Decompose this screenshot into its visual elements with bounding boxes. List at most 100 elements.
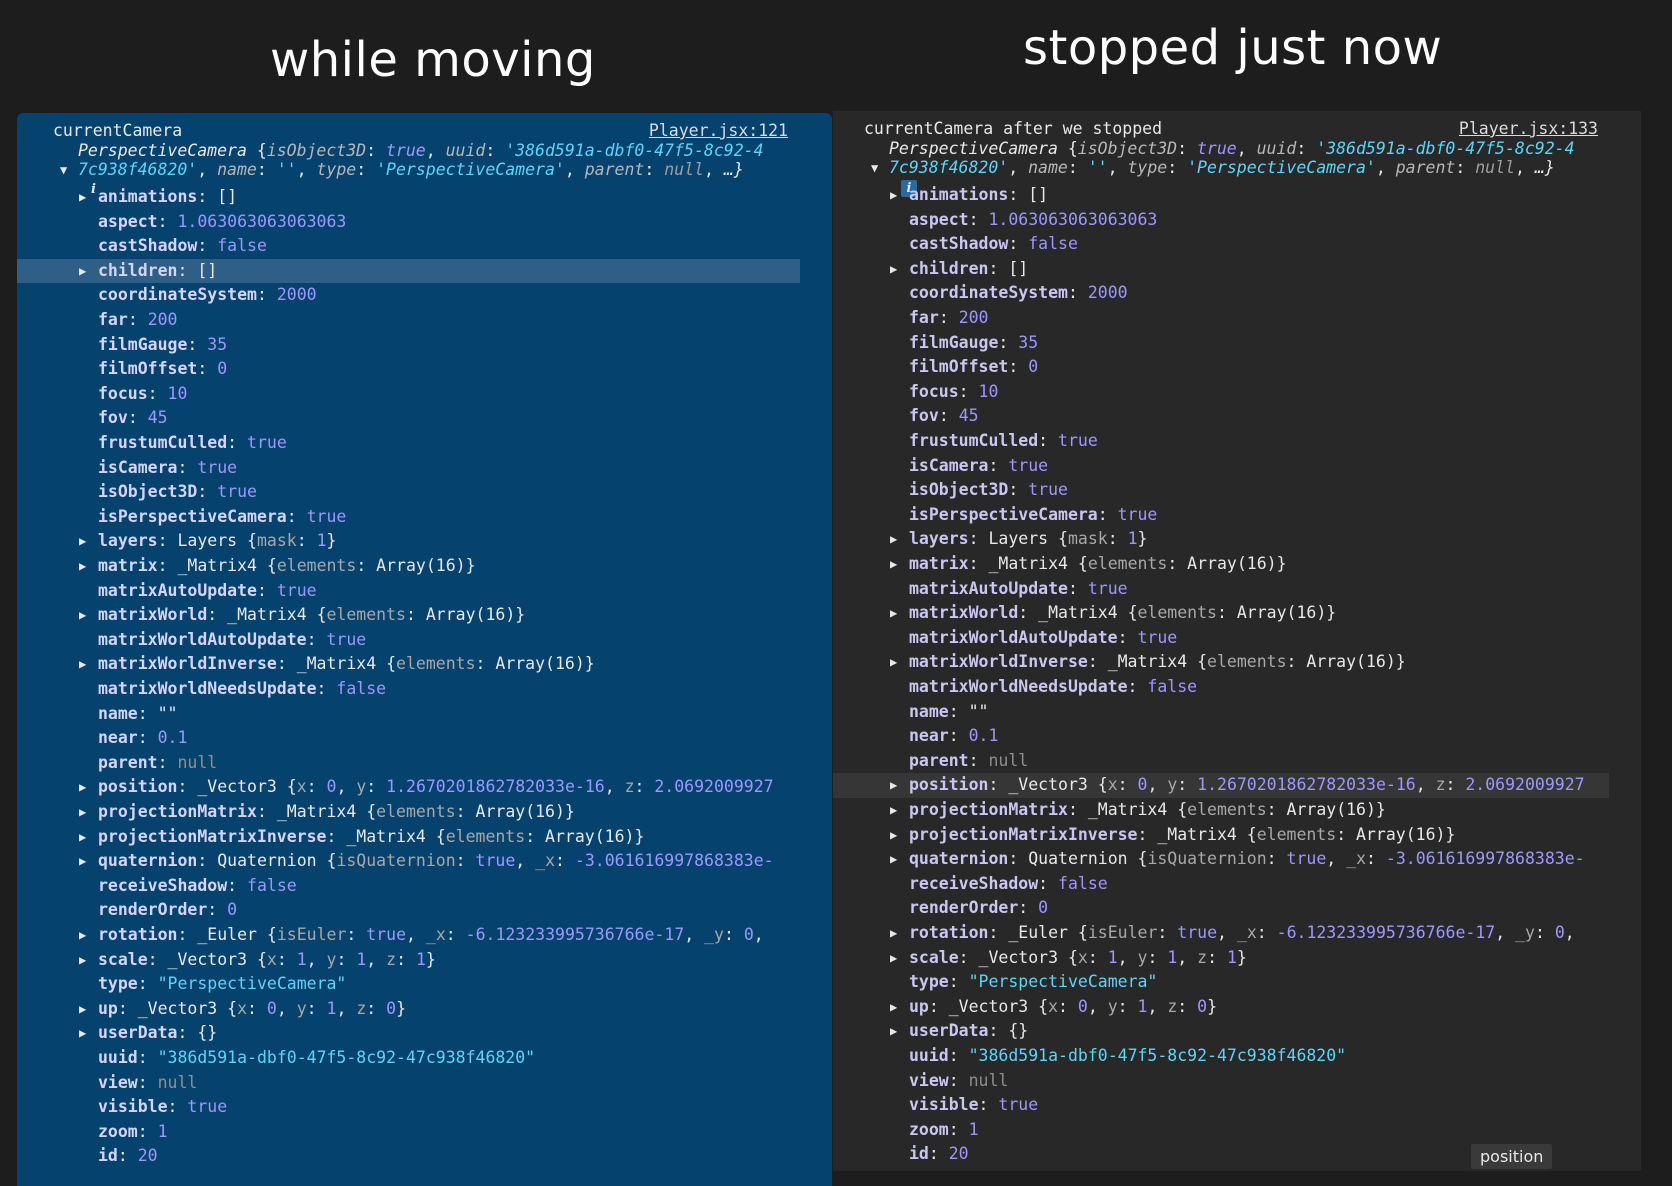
- property-row-quaternion[interactable]: ▶ quaternion: Quaternion {isQuaternion: t…: [833, 847, 1641, 872]
- punctuation: :: [157, 556, 178, 575]
- property-row-scale[interactable]: ▶ scale: _Vector3 {x: 1, y: 1, z: 1}: [833, 946, 1641, 971]
- property-value: 1.2670201862782033e-16: [1197, 775, 1416, 795]
- property-value: isEuler: [1087, 923, 1158, 942]
- property-value: null: [177, 752, 218, 772]
- property-row-userData[interactable]: ▶ userData: {}: [833, 1019, 1641, 1044]
- chevron-right-icon[interactable]: ▶: [79, 259, 86, 284]
- punctuation: :: [1087, 652, 1108, 672]
- property-row-children[interactable]: ▶ children: []: [833, 257, 1641, 282]
- punctuation: ,: [296, 160, 317, 179]
- property-value: ,: [1495, 923, 1516, 942]
- punctuation: :: [928, 1144, 949, 1164]
- property-row-quaternion[interactable]: ▶ quaternion: Quaternion {isQuaternion: t…: [17, 849, 832, 874]
- chevron-right-icon[interactable]: ▶: [79, 1021, 86, 1046]
- property-key: view: [98, 1072, 138, 1092]
- chevron-down-icon[interactable]: ▼: [60, 158, 67, 183]
- punctuation: :: [137, 974, 158, 994]
- chevron-right-icon[interactable]: ▶: [890, 552, 897, 577]
- chevron-right-icon[interactable]: ▶: [890, 773, 897, 798]
- property-row-rotation[interactable]: ▶ rotation: _Euler {isEuler: true, _x: -6…: [833, 921, 1641, 946]
- property-row-rotation[interactable]: ▶ rotation: _Euler {isEuler: true, _x: -6…: [17, 923, 832, 948]
- chevron-right-icon[interactable]: ▶: [79, 529, 86, 554]
- property-value: z: [1435, 775, 1446, 795]
- property-value: 1.063063063063063: [177, 211, 347, 231]
- property-value: false: [247, 875, 297, 895]
- property-row-aspect: aspect: 1.063063063063063: [833, 208, 1641, 233]
- chevron-right-icon[interactable]: ▶: [890, 823, 897, 848]
- property-value: {}: [1008, 1021, 1029, 1041]
- property-row-matrix[interactable]: ▶ matrix: _Matrix4 {elements: Array(16)}: [833, 552, 1641, 577]
- chevron-right-icon[interactable]: ▶: [890, 995, 897, 1020]
- property-row-animations[interactable]: ▶ animations: []: [833, 183, 1641, 208]
- chevron-right-icon[interactable]: ▶: [79, 554, 86, 579]
- property-row-projectionMatrixInverse[interactable]: ▶ projectionMatrixInverse: _Matrix4 {elem…: [833, 823, 1641, 848]
- property-value: 10: [978, 381, 999, 401]
- property-value: elements: [1187, 800, 1267, 819]
- property-row-position[interactable]: ▶ position: _Vector3 {x: 0, y: 1.26702018…: [17, 775, 832, 800]
- property-row-matrixWorld[interactable]: ▶ matrixWorld: _Matrix4 {elements: Array(…: [833, 601, 1641, 626]
- chevron-right-icon[interactable]: ▶: [890, 527, 897, 552]
- property-value: _y: [1515, 923, 1535, 942]
- chevron-right-icon[interactable]: ▶: [890, 650, 897, 675]
- property-value: {: [1038, 996, 1049, 1016]
- property-value: {: [1177, 800, 1188, 819]
- chevron-right-icon[interactable]: ▶: [79, 948, 86, 973]
- property-content: projectionMatrix: _Matrix4 {elements: Ar…: [909, 798, 1386, 823]
- chevron-right-icon[interactable]: ▶: [79, 923, 86, 948]
- property-row-view: view: null: [833, 1069, 1641, 1094]
- chevron-right-icon[interactable]: ▶: [890, 1019, 897, 1044]
- property-row-matrix[interactable]: ▶ matrix: _Matrix4 {elements: Array(16)}: [17, 554, 832, 579]
- property-value: 1.2670201862782033e-16: [386, 777, 605, 797]
- property-value: ,: [366, 949, 387, 969]
- chevron-right-icon[interactable]: ▶: [890, 921, 897, 946]
- property-value: elements: [1207, 652, 1287, 672]
- property-value: z: [356, 998, 367, 1018]
- property-row-layers[interactable]: ▶ layers: Layers {mask: 1}: [17, 529, 832, 554]
- property-key: type: [98, 974, 138, 994]
- property-row-scale[interactable]: ▶ scale: _Vector3 {x: 1, y: 1, z: 1}: [17, 948, 832, 973]
- summary-uuid: '386d591a-dbf0-47f5-8c92-4: [505, 140, 764, 160]
- chevron-right-icon[interactable]: ▶: [79, 775, 86, 800]
- chevron-right-icon[interactable]: ▶: [79, 185, 86, 210]
- property-row-animations[interactable]: ▶ animations: []: [17, 185, 832, 210]
- property-value: true: [326, 629, 367, 649]
- property-value: : Array(16)}: [455, 802, 575, 821]
- property-row-position[interactable]: ▶ position: _Vector3 {x: 0, y: 1.26702018…: [833, 773, 1609, 798]
- property-row-matrixWorld[interactable]: ▶ matrixWorld: _Matrix4 {elements: Array(…: [17, 603, 832, 628]
- chevron-right-icon[interactable]: ▶: [890, 798, 897, 823]
- property-row-projectionMatrixInverse[interactable]: ▶ projectionMatrixInverse: _Matrix4 {elem…: [17, 825, 832, 850]
- property-value: :: [555, 851, 575, 871]
- property-key: coordinateSystem: [98, 285, 257, 305]
- property-row-matrixWorldInverse[interactable]: ▶ matrixWorldInverse: _Matrix4 {elements:…: [17, 652, 832, 677]
- chevron-right-icon[interactable]: ▶: [890, 946, 897, 971]
- property-row-up[interactable]: ▶ up: _Vector3 {x: 0, y: 1, z: 0}: [17, 997, 832, 1022]
- property-row-projectionMatrix[interactable]: ▶ projectionMatrix: _Matrix4 {elements: A…: [17, 800, 832, 825]
- property-row-up[interactable]: ▶ up: _Vector3 {x: 0, y: 1, z: 0}: [833, 995, 1641, 1020]
- property-row-layers[interactable]: ▶ layers: Layers {mask: 1}: [833, 527, 1641, 552]
- property-value: {: [1077, 923, 1088, 942]
- property-content: layers: Layers {mask: 1}: [98, 529, 336, 554]
- property-row-userData[interactable]: ▶ userData: {}: [17, 1021, 832, 1046]
- chevron-right-icon[interactable]: ▶: [79, 603, 86, 628]
- property-row-children[interactable]: ▶ children: []: [17, 258, 800, 284]
- chevron-right-icon[interactable]: ▶: [79, 800, 86, 825]
- property-key: animations: [98, 187, 198, 206]
- property-value: _Matrix4: [296, 654, 387, 674]
- chevron-right-icon[interactable]: ▶: [79, 652, 86, 677]
- chevron-right-icon[interactable]: ▶: [890, 847, 897, 872]
- chevron-right-icon[interactable]: ▶: [890, 257, 897, 282]
- punctuation: :: [147, 949, 168, 969]
- chevron-right-icon[interactable]: ▶: [890, 601, 897, 626]
- property-row-zoom: zoom: 1: [17, 1120, 832, 1145]
- property-key: parent: [98, 752, 158, 772]
- summary-value: null: [1475, 158, 1515, 177]
- property-content: matrixWorldInverse: _Matrix4 {elements: …: [98, 652, 595, 677]
- chevron-right-icon[interactable]: ▶: [79, 849, 86, 874]
- chevron-right-icon[interactable]: ▶: [890, 183, 897, 208]
- chevron-right-icon[interactable]: ▶: [79, 825, 86, 850]
- property-row-near: near: 0.1: [833, 724, 1641, 749]
- chevron-down-icon[interactable]: ▼: [871, 156, 878, 181]
- property-row-matrixWorldInverse[interactable]: ▶ matrixWorldInverse: _Matrix4 {elements:…: [833, 650, 1641, 675]
- chevron-right-icon[interactable]: ▶: [79, 997, 86, 1022]
- property-row-projectionMatrix[interactable]: ▶ projectionMatrix: _Matrix4 {elements: A…: [833, 798, 1641, 823]
